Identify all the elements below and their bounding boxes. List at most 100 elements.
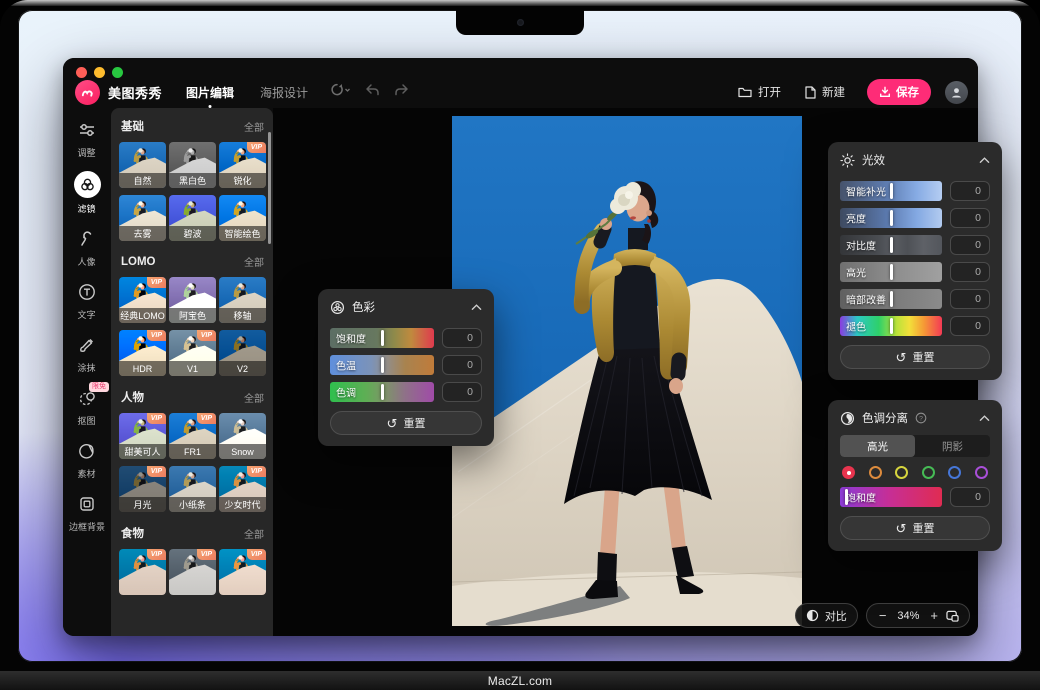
slider-handle[interactable] <box>890 237 893 253</box>
filter-thumb[interactable]: 碧波 <box>169 195 216 241</box>
filter-thumb[interactable]: V2 <box>219 330 266 376</box>
compare-button[interactable]: 对比 <box>795 603 858 628</box>
slider-handle[interactable] <box>381 330 384 346</box>
swatch-red[interactable] <box>842 466 855 479</box>
swatch-yellow[interactable] <box>895 466 908 479</box>
shadow-recovery-slider[interactable]: 暗部改善 <box>840 289 942 309</box>
swatch-purple[interactable] <box>975 466 988 479</box>
filter-scrollbar[interactable] <box>268 132 271 244</box>
slider-value[interactable]: 0 <box>950 316 990 336</box>
filter-thumb[interactable]: Snow <box>219 413 266 459</box>
brightness-slider[interactable]: 亮度 <box>840 208 942 228</box>
chevron-up-icon[interactable] <box>979 414 990 422</box>
reset-button[interactable]: ↺重置 <box>330 411 482 435</box>
fit-screen-icon[interactable] <box>946 610 959 622</box>
section-title: 基础 <box>121 118 144 134</box>
redo-icon[interactable] <box>394 83 410 102</box>
sidebar-item-cutout[interactable]: 限免 抠图 <box>63 386 111 427</box>
open-button[interactable]: 打开 <box>738 84 781 100</box>
see-all-link[interactable]: 全部 <box>244 526 264 541</box>
see-all-link[interactable]: 全部 <box>244 390 264 405</box>
help-icon[interactable]: ? <box>915 412 927 424</box>
zoom-level: 34% <box>894 610 922 622</box>
saturation-slider[interactable]: 饱和度 <box>330 328 434 348</box>
filter-thumb[interactable]: VIPV1 <box>169 330 216 376</box>
slider-value[interactable]: 0 <box>950 487 990 507</box>
history-icon[interactable] <box>330 83 350 102</box>
filter-thumb[interactable]: 小纸条 <box>169 466 216 512</box>
sidebar-item-border-background[interactable]: 边框背景 <box>63 492 111 533</box>
swatch-orange[interactable] <box>869 466 882 479</box>
photo-image[interactable] <box>452 116 802 626</box>
sidebar-item-adjust[interactable]: 调整 <box>63 118 111 159</box>
save-button[interactable]: 保存 <box>867 79 931 105</box>
tab-highlights[interactable]: 高光 <box>840 435 915 457</box>
filter-thumb[interactable]: 阿宝色 <box>169 277 216 323</box>
filter-thumb[interactable]: 智能绘色 <box>219 195 266 241</box>
smart-fill-light-slider[interactable]: 智能补光 <box>840 181 942 201</box>
tint-slider[interactable]: 色调 <box>330 382 434 402</box>
filter-thumb[interactable]: VIPFR1 <box>169 413 216 459</box>
slider-value[interactable]: 0 <box>950 235 990 255</box>
filter-thumb[interactable]: VIP锐化 <box>219 142 266 188</box>
swatch-blue[interactable] <box>948 466 961 479</box>
tab-photo-edit[interactable]: 图片编辑 <box>186 84 234 101</box>
sidebar-item-text[interactable]: 文字 <box>63 280 111 321</box>
swatch-green[interactable] <box>922 466 935 479</box>
temperature-slider[interactable]: 色温 <box>330 355 434 375</box>
fade-slider[interactable]: 褪色 <box>840 316 942 336</box>
minimize-button[interactable] <box>94 67 105 78</box>
sidebar-item-smudge[interactable]: 涂抹 <box>63 333 111 374</box>
slider-value[interactable]: 0 <box>950 289 990 309</box>
sidebar-item-materials[interactable]: 素材 <box>63 439 111 480</box>
slider-handle[interactable] <box>381 384 384 400</box>
zoom-in-button[interactable]: + <box>928 608 940 623</box>
slider-value[interactable]: 0 <box>442 355 482 375</box>
contrast-slider[interactable]: 对比度 <box>840 235 942 255</box>
filter-thumb[interactable]: 去雾 <box>119 195 166 241</box>
slider-handle[interactable] <box>890 264 893 280</box>
filter-thumb[interactable]: VIP <box>169 549 216 595</box>
slider-handle[interactable] <box>890 210 893 226</box>
highlights-slider[interactable]: 高光 <box>840 262 942 282</box>
slider-value[interactable]: 0 <box>442 382 482 402</box>
filter-thumb[interactable]: VIP月光 <box>119 466 166 512</box>
slider-handle[interactable] <box>845 489 848 505</box>
chevron-up-icon[interactable] <box>471 303 482 311</box>
slider-handle[interactable] <box>381 357 384 373</box>
tab-poster-design[interactable]: 海报设计 <box>260 84 308 101</box>
filter-thumb[interactable]: VIP甜美可人 <box>119 413 166 459</box>
undo-icon[interactable] <box>364 83 380 102</box>
download-icon <box>879 86 891 98</box>
zoom-button[interactable] <box>112 67 123 78</box>
sidebar-item-filters[interactable]: 滤镜 <box>63 171 111 215</box>
filter-thumb[interactable]: 移轴 <box>219 277 266 323</box>
new-button[interactable]: 新建 <box>805 84 845 100</box>
zoom-out-button[interactable]: − <box>877 608 889 623</box>
slider-value[interactable]: 0 <box>950 262 990 282</box>
see-all-link[interactable]: 全部 <box>244 119 264 134</box>
slider-handle[interactable] <box>890 183 893 199</box>
user-avatar[interactable] <box>945 81 968 104</box>
filter-thumb[interactable]: 黑白色 <box>169 142 216 188</box>
slider-handle[interactable] <box>890 318 893 334</box>
filter-thumb[interactable]: VIP <box>219 549 266 595</box>
slider-handle[interactable] <box>890 291 893 307</box>
filter-thumb[interactable]: VIP <box>119 549 166 595</box>
filter-thumb[interactable]: VIPHDR <box>119 330 166 376</box>
filter-thumb[interactable]: VIP经典LOMO <box>119 277 166 323</box>
tab-shadows[interactable]: 阴影 <box>915 435 990 457</box>
close-button[interactable] <box>76 67 87 78</box>
reset-button[interactable]: ↺重置 <box>840 516 990 540</box>
slider-value[interactable]: 0 <box>950 181 990 201</box>
chevron-up-icon[interactable] <box>979 156 990 164</box>
slider-value[interactable]: 0 <box>950 208 990 228</box>
reset-button[interactable]: ↺重置 <box>840 345 990 369</box>
filter-thumb[interactable]: 自然 <box>119 142 166 188</box>
vip-badge: VIP <box>147 466 166 477</box>
see-all-link[interactable]: 全部 <box>244 254 264 269</box>
slider-value[interactable]: 0 <box>442 328 482 348</box>
sidebar-item-portrait[interactable]: 人像 <box>63 227 111 268</box>
filter-thumb[interactable]: VIP少女时代 <box>219 466 266 512</box>
split-saturation-slider[interactable]: 饱和度 <box>840 487 942 507</box>
